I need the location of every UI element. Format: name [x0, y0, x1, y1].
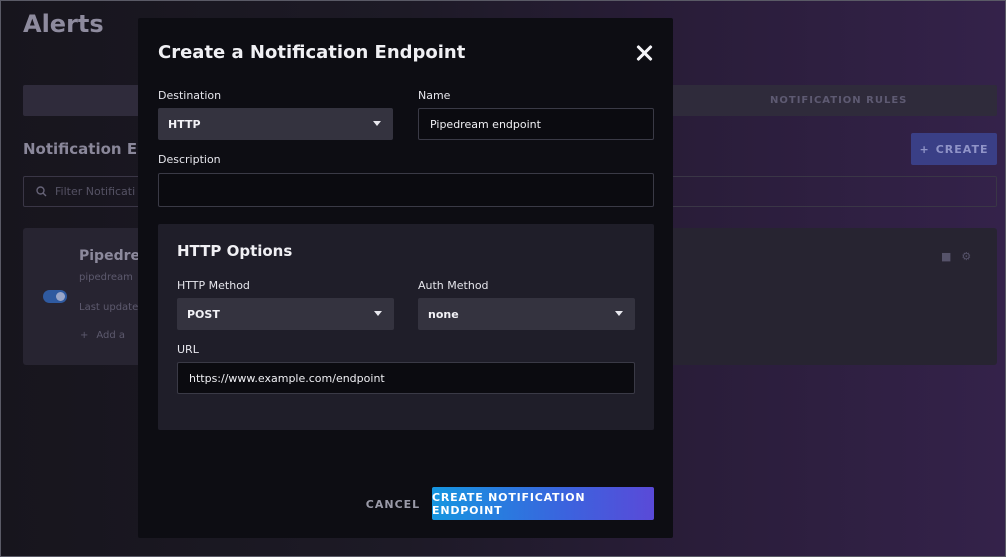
url-field[interactable]	[177, 362, 635, 394]
description-field[interactable]	[158, 173, 654, 207]
auth-method-label: Auth Method	[418, 279, 489, 292]
destination-select[interactable]: HTTP	[158, 108, 393, 140]
endpoint-card-updated: Last update	[79, 302, 139, 313]
http-options-panel: HTTP Options HTTP Method POST Auth Metho…	[158, 224, 654, 430]
filter-placeholder: Filter Notificati	[55, 185, 136, 198]
modal-title: Create a Notification Endpoint	[158, 42, 466, 63]
endpoint-card-url: pipedream	[79, 272, 133, 283]
caret-down-icon	[374, 311, 382, 316]
create-endpoint-modal: Create a Notification Endpoint Destinati…	[138, 18, 673, 538]
destination-value: HTTP	[168, 117, 201, 131]
tab-notification-rules[interactable]: NOTIFICATION RULES	[770, 95, 907, 106]
section-title: Notification En	[23, 140, 148, 158]
close-icon[interactable]	[634, 43, 654, 63]
add-label-button[interactable]: + Add a	[80, 330, 125, 341]
name-label: Name	[418, 89, 451, 102]
caret-down-icon	[373, 121, 381, 126]
create-button[interactable]: + CREATE	[911, 133, 997, 165]
search-icon	[36, 186, 47, 197]
page-title: Alerts	[23, 10, 104, 38]
auth-method-select[interactable]: none	[418, 298, 635, 330]
name-field[interactable]	[418, 108, 654, 140]
create-endpoint-button[interactable]: CREATE NOTIFICATION ENDPOINT	[432, 487, 654, 520]
card-actions: ■ ⚙	[941, 250, 971, 263]
http-method-select[interactable]: POST	[177, 298, 394, 330]
http-method-label: HTTP Method	[177, 279, 250, 292]
auth-method-value: none	[428, 307, 459, 321]
caret-down-icon	[615, 311, 623, 316]
plus-icon: +	[919, 142, 930, 156]
trash-icon[interactable]: ■	[941, 250, 951, 263]
plus-icon: +	[80, 330, 89, 341]
cancel-button[interactable]: CANCEL	[363, 488, 423, 520]
add-label-text: Add a	[96, 330, 126, 341]
endpoint-card-name[interactable]: Pipedre	[79, 248, 140, 264]
http-method-value: POST	[187, 307, 220, 321]
url-label: URL	[177, 343, 199, 356]
http-options-title: HTTP Options	[177, 242, 293, 260]
description-label: Description	[158, 153, 221, 166]
gear-icon[interactable]: ⚙	[961, 250, 971, 263]
endpoint-toggle[interactable]	[43, 290, 67, 303]
create-button-label: CREATE	[935, 142, 989, 156]
destination-label: Destination	[158, 89, 222, 102]
